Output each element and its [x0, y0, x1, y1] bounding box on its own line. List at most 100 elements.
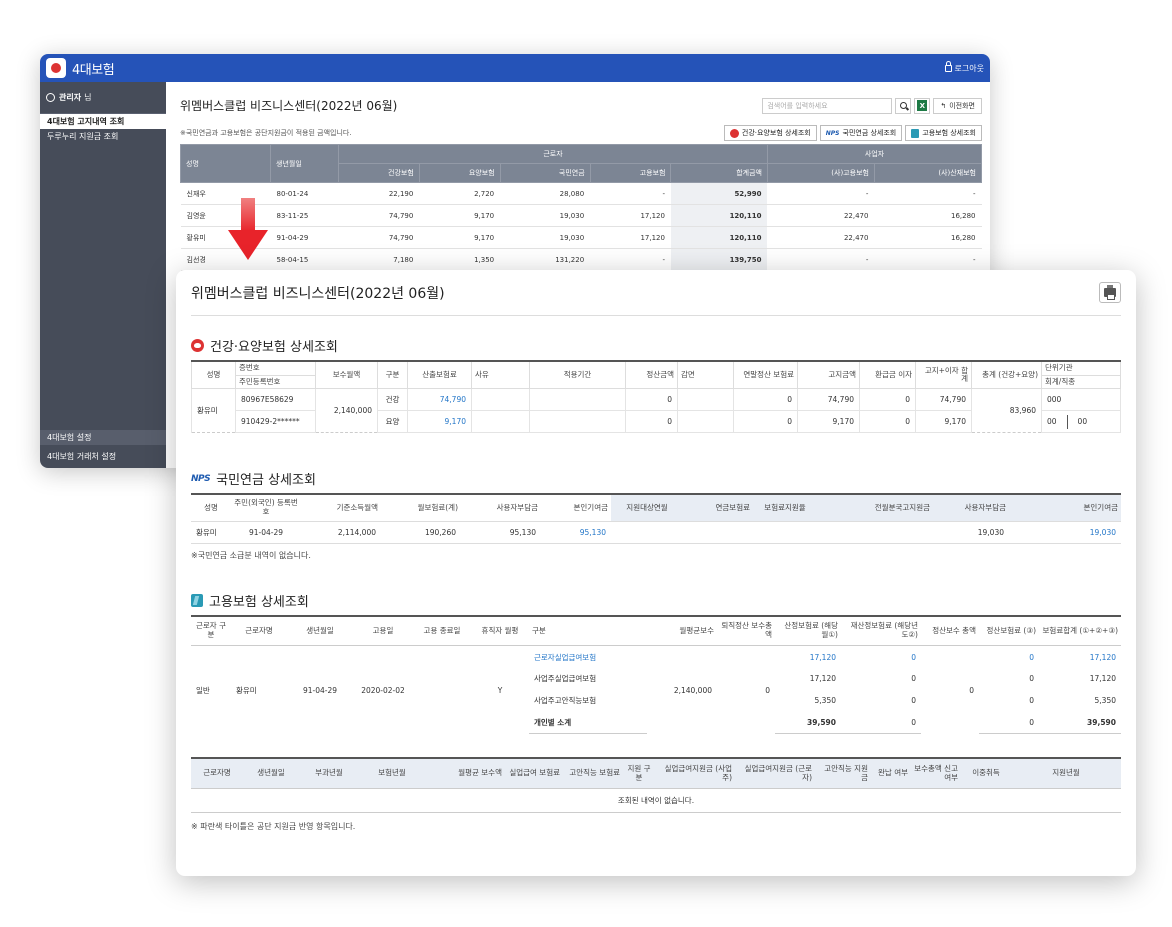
- employment-detail-button[interactable]: 고용보험 상세조회: [905, 125, 982, 141]
- employment-title: 고용보험 상세조회: [209, 594, 309, 610]
- cell-kind: 근로자실업급여보험: [534, 652, 597, 662]
- empty-message: 조회된 내역이 없습니다.: [191, 788, 1121, 813]
- employment-table: 근로자 구분 근로자명 생년월일 고용일 고용 종료일 휴직자 월평 구분 월평…: [191, 614, 1121, 735]
- th-name: 성명: [191, 493, 231, 522]
- th-support-month: 지원년월: [1011, 757, 1121, 789]
- cell-refund: 0: [859, 410, 916, 434]
- th-income: 기준소득월액: [301, 493, 381, 522]
- th-hire: 고용일: [353, 614, 413, 647]
- cell-reg: 91-04-29: [231, 521, 301, 544]
- cell-name: 황유미: [191, 521, 231, 544]
- pension-detail-button[interactable]: NPS 국민연금 상세조회: [819, 125, 903, 141]
- cell-worker-type: 일반: [196, 685, 210, 695]
- th-total: 합계금액: [670, 163, 768, 183]
- cell-support-month: [611, 521, 683, 544]
- cell-pension: 19,030: [500, 204, 591, 227]
- th-end: 고용 종료일: [413, 614, 471, 647]
- cell-name: 황유미: [191, 388, 236, 434]
- sidebar-item-notice[interactable]: 4대보험 고지내역 조회: [40, 114, 166, 129]
- cell-calc: 5,350: [814, 696, 836, 706]
- th-period: 적용기간: [529, 360, 626, 390]
- employment-section-title: 고용보험 상세조회: [191, 591, 1121, 610]
- cell-emp-industrial: 16,280: [874, 204, 982, 227]
- cell-refund: 0: [859, 388, 916, 412]
- th-prev-support: 전월분국고지원금: [817, 493, 933, 522]
- cell-end: [413, 646, 471, 734]
- cell-care: 9,170: [419, 226, 501, 249]
- th-avg: 월평균보수: [647, 614, 717, 647]
- th-pension: 국민연금: [499, 163, 591, 183]
- user-info: 관리자 님: [40, 82, 166, 114]
- th-name: 성명: [180, 144, 271, 183]
- table-row[interactable]: 황유미 91-04-29 74,790 9,170 19,030 17,120 …: [180, 226, 982, 249]
- th-support-rate: 보험료지원율: [753, 493, 817, 522]
- cell-notice-int: 9,170: [915, 410, 972, 434]
- table-row[interactable]: 일반 황유미 91-04-29 2020-02-02 Y 근로자실업급여보험 2…: [191, 646, 1121, 695]
- cell-calc: 17,120: [809, 674, 836, 684]
- employment-logo-icon: [191, 593, 203, 607]
- cell-kind: 사업주실업급여보험: [534, 674, 597, 684]
- th-sum: 총계 (건강+요양): [971, 360, 1042, 390]
- health-detail-button[interactable]: 건강·요양보험 상세조회: [723, 125, 817, 141]
- summary-table: 성명 생년월일 근로자 사업자 건강보험 요양보험 국민연금 고용보험 합계금액…: [180, 144, 983, 271]
- cell-health: 74,790: [338, 226, 420, 249]
- cell-self-share-2: 19,030: [1009, 521, 1121, 544]
- acct-1: 00: [1047, 416, 1057, 426]
- cell-reg: 910429-2******: [235, 410, 316, 434]
- cell-worker-name: 황유미: [236, 685, 257, 695]
- cell-prev-support: [817, 521, 933, 544]
- cell-birth: 83-11-25: [270, 204, 339, 227]
- th-double: 이중취득: [961, 757, 1011, 789]
- table-row[interactable]: 김선경 58-04-15 7,180 1,350 131,220 - 139,7…: [180, 248, 982, 271]
- employment-detail-label: 고용보험 상세조회: [922, 129, 976, 137]
- cell-recalc: 0: [911, 696, 916, 706]
- prev-label: 이전화면: [949, 101, 975, 110]
- app-logo-icon: [46, 58, 66, 78]
- print-icon: [1104, 285, 1116, 300]
- cell-sum: 5,350: [1094, 696, 1116, 706]
- cell-employer-share-2: 19,030: [933, 521, 1009, 544]
- page-title: 위멤버스클럽 비즈니스센터(2022년 06월): [180, 99, 398, 113]
- th-unemp-premium: 실업급여 보험료: [505, 757, 563, 789]
- table-row[interactable]: 김영윤 83-11-25 74,790 9,170 19,030 17,120 …: [180, 204, 982, 227]
- sidebar-item-client-settings[interactable]: 4대보험 거래처 설정: [40, 449, 166, 464]
- logout-button[interactable]: 로그아웃: [944, 60, 984, 74]
- excel-button[interactable]: X: [914, 97, 931, 114]
- print-button[interactable]: [1099, 282, 1121, 303]
- employment-note: ※ 파란색 타이틀은 공단 지원금 반영 항목입니다.: [191, 821, 356, 831]
- th-notice: 고지금액: [797, 360, 860, 390]
- prev-screen-button[interactable]: ↰ 이전화면: [933, 97, 982, 114]
- th-emp-employment: (사)고용보험: [766, 163, 875, 183]
- table-row[interactable]: 신재우 80-01-24 22,190 2,720 28,080 - 52,99…: [180, 182, 982, 205]
- app-title: 4대보험: [72, 62, 115, 78]
- cell-emp-employment: 22,470: [767, 204, 875, 227]
- th-skill-premium: 고안직능 보험료: [563, 757, 623, 789]
- cell-employment: 17,120: [590, 226, 671, 249]
- sidebar-item-durunuri[interactable]: 두루누리 지원금 조회: [40, 129, 166, 144]
- cell-reason: [471, 410, 530, 434]
- user-suffix: 님: [84, 93, 92, 102]
- search-button[interactable]: [895, 97, 912, 114]
- pension-title: 국민연금 상세조회: [216, 473, 316, 489]
- health-logo-icon: [191, 339, 204, 352]
- cell-avg: 2,140,000: [673, 685, 712, 695]
- cell-kind: 개인별 소계: [529, 711, 647, 735]
- cell-year: 0: [733, 410, 798, 434]
- table-row[interactable]: 황유미 91-04-29 2,114,000 190,260 95,130 95…: [191, 521, 1121, 544]
- th-levy-month: 부과년월: [299, 757, 359, 789]
- search-input[interactable]: 검색어를 입력하세요: [762, 97, 893, 114]
- cell-care: 9,170: [419, 204, 501, 227]
- cell-health: 7,180: [338, 248, 420, 271]
- search-icon: [899, 102, 907, 109]
- th-monthly: 월보험료(계): [381, 493, 461, 522]
- cell-settle: 0: [1029, 652, 1034, 662]
- th-pension-premium: 연금보험료: [683, 493, 753, 522]
- back-arrow-icon: ↰: [940, 101, 947, 110]
- cell-settle-total: 0: [969, 685, 974, 695]
- th-pay: 보수월액: [315, 360, 378, 390]
- cell-calc: 74,790: [407, 388, 472, 412]
- cell-unit: 000: [1041, 388, 1121, 412]
- th-report: 보수총액 신고여부: [911, 757, 961, 789]
- sidebar-section-settings[interactable]: 4대보험 설정: [40, 430, 166, 445]
- th-support-type: 지원 구분: [623, 757, 655, 789]
